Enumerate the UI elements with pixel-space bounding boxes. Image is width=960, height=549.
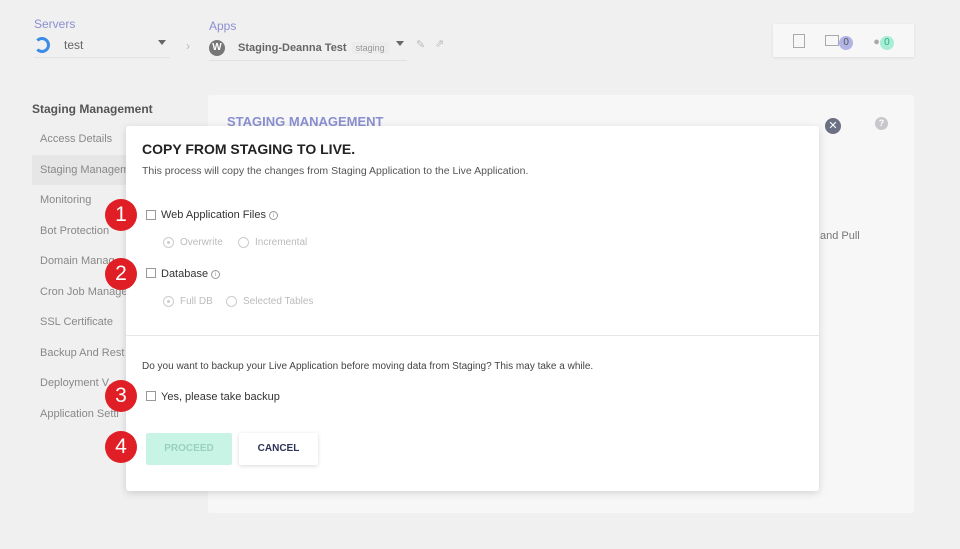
cancel-button[interactable]: CANCEL [239, 433, 318, 465]
step-marker-1: 1 [105, 199, 137, 231]
chevron-right-icon: › [186, 39, 190, 53]
server-list-icon[interactable] [793, 33, 806, 48]
panel-text: and Pull [820, 230, 860, 242]
web-files-checkbox[interactable] [146, 210, 156, 220]
selected-tables-label: Selected Tables [243, 296, 314, 307]
incremental-radio[interactable] [238, 237, 249, 248]
wordpress-icon: W [209, 39, 225, 56]
user-icon: ● [873, 35, 880, 48]
chevron-down-icon [158, 40, 166, 45]
app-tag: staging [351, 41, 389, 54]
app-name: Staging-Deanna Test [238, 41, 347, 54]
server-select[interactable]: test [34, 32, 170, 58]
backup-label: Yes, please take backup [161, 391, 280, 403]
apps-label: Apps [209, 19, 237, 33]
selected-tables-radio[interactable] [226, 296, 237, 307]
folder-icon [825, 34, 840, 46]
users-button[interactable]: ● 0 [873, 32, 894, 50]
files-badge: 0 [839, 35, 854, 50]
web-files-label: Web Application Files i [161, 209, 278, 221]
step-marker-3: 3 [105, 380, 137, 412]
server-name: test [64, 37, 84, 52]
full-db-radio[interactable] [163, 296, 174, 307]
help-icon[interactable]: ? [875, 117, 888, 130]
copy-modal: COPY FROM STAGING TO LIVE. This process … [126, 126, 819, 491]
backup-question: Do you want to backup your Live Applicat… [142, 361, 594, 372]
edit-icon[interactable]: ✎ [416, 38, 425, 51]
overwrite-label: Overwrite [180, 237, 223, 248]
step-marker-2: 2 [105, 258, 137, 290]
digitalocean-icon [34, 36, 50, 53]
database-label: Database i [161, 268, 221, 280]
info-icon[interactable]: i [211, 270, 221, 279]
servers-label: Servers [34, 17, 76, 31]
modal-subtitle: This process will copy the changes from … [142, 165, 529, 177]
backup-checkbox[interactable] [146, 391, 156, 401]
proceed-button[interactable]: PROCEED [146, 433, 232, 465]
modal-title: COPY FROM STAGING TO LIVE. [142, 141, 356, 157]
step-marker-4: 4 [105, 431, 137, 463]
users-badge: 0 [879, 35, 894, 50]
database-text: Database [161, 268, 209, 280]
close-icon[interactable]: ✕ [825, 118, 841, 134]
database-checkbox[interactable] [146, 268, 156, 278]
full-db-label: Full DB [180, 296, 213, 307]
files-button[interactable]: 0 [825, 32, 854, 50]
chevron-down-icon [396, 41, 404, 46]
sidebar-title: Staging Management [32, 102, 153, 116]
web-files-text: Web Application Files [161, 209, 266, 221]
app-select[interactable]: W Staging-Deanna Test staging [209, 35, 407, 61]
overwrite-radio[interactable] [163, 237, 174, 248]
info-icon[interactable]: i [268, 211, 278, 220]
external-link-icon[interactable]: ⇗ [435, 37, 444, 50]
top-toolbar: 0 ● 0 [773, 24, 914, 57]
divider [126, 335, 819, 336]
incremental-label: Incremental [255, 237, 308, 248]
